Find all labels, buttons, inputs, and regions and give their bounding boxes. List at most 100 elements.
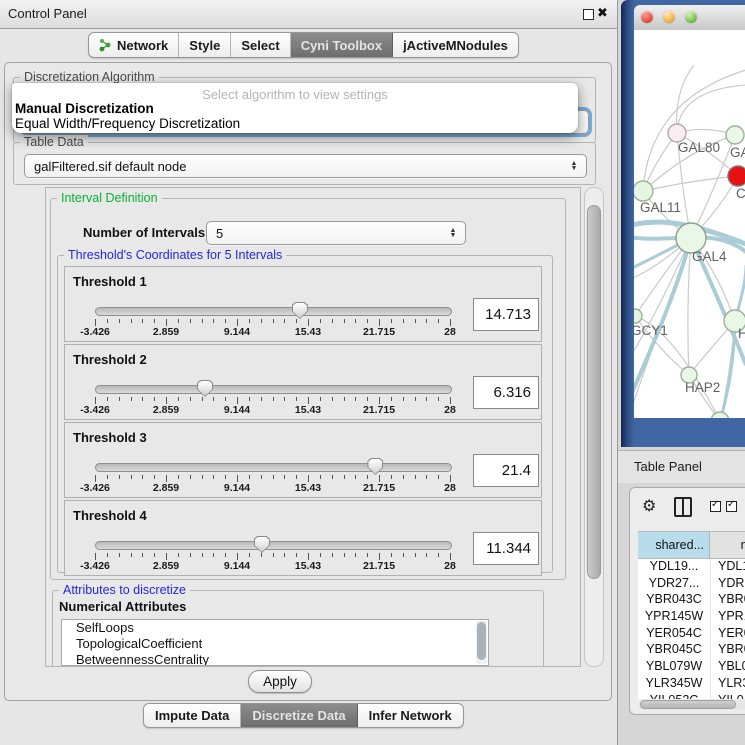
table-row[interactable]: YPR145WYPR1 [638,609,745,626]
cell-shared-name[interactable]: YLR345W [638,676,711,693]
zoom-traffic-light-icon[interactable] [685,11,697,23]
table-row[interactable]: YBR045CYBR0 [638,642,745,659]
menu-item-equal-width-frequency[interactable]: Equal Width/Frequency Discretization [15,116,240,131]
columns-icon[interactable] [674,497,692,517]
table-row[interactable]: YLR345WYLR3 [638,676,745,693]
cell-name[interactable]: YER0 [711,626,745,643]
cell-name[interactable]: YBL0 [711,659,745,676]
slider-tick [131,553,132,557]
column-header-name[interactable]: n... [710,532,745,558]
slider-tick [202,397,203,401]
slider-tick [367,319,368,323]
checkbox-checked-icon[interactable] [726,501,737,512]
table-row[interactable]: YER054CYER0 [638,626,745,643]
slider-tick [379,553,380,560]
slider-tick [166,553,167,560]
table-row[interactable]: YBL079WYBL0 [638,659,745,676]
threshold-value-field[interactable]: 6.316 [473,376,539,409]
network-node[interactable] [726,126,744,144]
threshold-value-field[interactable]: 14.713 [473,298,539,331]
cell-shared-name[interactable]: YBR043C [638,592,711,609]
attribute-item[interactable]: SelfLoops [62,620,488,636]
slider-track[interactable] [95,385,452,394]
slider-tick [379,319,380,326]
network-node-label: H [738,326,745,341]
gear-icon[interactable]: ⚙ [642,496,656,515]
slider-thumb[interactable] [292,302,308,319]
table-row[interactable]: YIL052CYIL0 [638,693,745,700]
numerical-attributes-list[interactable]: SelfLoopsTopologicalCoefficientBetweenne… [61,619,489,666]
tab-select[interactable]: Select [231,33,290,57]
cell-shared-name[interactable]: YIL052C [638,693,711,700]
top-tab-bar: Network Style Select Cyni Toolbox jActiv… [88,32,519,58]
cell-name[interactable]: YBR0 [711,592,745,609]
slider-tick [379,475,380,482]
num-intervals-value: 5 [207,226,445,241]
settings-vertical-scrollbar[interactable] [584,187,604,667]
network-canvas[interactable]: GAL80GACGAL11GAL4HGCY1HAP2 [634,30,745,418]
slider-tick-label: 2.859 [153,560,179,572]
cell-name[interactable]: YBR0 [711,642,745,659]
slider-track[interactable] [95,541,452,550]
num-intervals-combobox[interactable]: 5 ▲▼ [206,221,466,245]
slider-tick [355,553,356,557]
checkbox-checked-icon[interactable] [710,501,721,512]
slider-tick [119,397,120,401]
tab-network[interactable]: Network [89,33,179,57]
cell-shared-name[interactable]: YDL19... [638,559,711,576]
slider-tick [320,397,321,401]
close-icon[interactable]: ✖ [597,5,608,21]
cell-name[interactable]: YDL1 [711,559,745,576]
slider-thumb[interactable] [197,380,213,397]
slider-tick [320,319,321,323]
cell-name[interactable]: YLR3 [711,676,745,693]
table-row[interactable]: YDL19...YDL1 [638,559,745,576]
menu-item-manual-discretization[interactable]: Manual Discretization [15,101,154,116]
tab-infer-network[interactable]: Infer Network [358,704,463,727]
table-row[interactable]: YBR043CYBR0 [638,592,745,609]
tab-style[interactable]: Style [179,33,231,57]
network-node[interactable] [634,309,642,323]
attribute-item[interactable]: TopologicalCoefficient [62,636,488,652]
float-window-icon[interactable] [583,9,594,20]
cell-name[interactable]: YIL0 [711,693,745,700]
network-node[interactable] [728,166,745,186]
cell-shared-name[interactable]: YER054C [638,626,711,643]
slider-tick-label: 28 [444,326,456,338]
slider-track[interactable] [95,307,452,316]
close-traffic-light-icon[interactable] [641,11,653,23]
slider-tick [415,553,416,557]
table-horizontal-scrollbar[interactable] [638,700,745,710]
tab-discretize-data[interactable]: Discretize Data [241,704,357,727]
threshold-value-field[interactable]: 21.4 [473,454,539,487]
slider-track[interactable] [95,463,452,472]
table-row[interactable]: YDR27...YDR2 [638,576,745,593]
slider-tick [237,475,238,482]
cyni-toolbox-content: Discretization Algorithm ▲▼ Table Data g… [4,62,612,701]
attribute-item[interactable]: BetweennessCentrality [62,652,488,666]
attributes-scrollbar[interactable] [476,621,487,664]
slider-tick [249,319,250,323]
cell-shared-name[interactable]: YBL079W [638,659,711,676]
minimize-traffic-light-icon[interactable] [663,11,675,23]
network-node[interactable] [634,181,653,201]
tab-jactivemnodules[interactable]: jActiveMNodules [393,33,518,57]
slider-tick [426,553,427,557]
threshold-title: Threshold 1 [73,274,147,289]
slider-tick-label: 15.43 [295,560,321,572]
slider-thumb[interactable] [254,536,270,553]
cell-name[interactable]: YDR2 [711,576,745,593]
threshold-value-field[interactable]: 11.344 [473,532,539,565]
slider-tick [438,319,439,323]
apply-button[interactable]: Apply [248,670,312,693]
column-header-shared-name[interactable]: shared... [638,532,710,558]
cell-shared-name[interactable]: YDR27... [638,576,711,593]
cell-shared-name[interactable]: YPR145W [638,609,711,626]
slider-tick [450,397,451,404]
tab-cyni-toolbox[interactable]: Cyni Toolbox [291,33,393,57]
cell-shared-name[interactable]: YBR045C [638,642,711,659]
tab-impute-data[interactable]: Impute Data [144,704,241,727]
cell-name[interactable]: YPR1 [711,609,745,626]
slider-thumb[interactable] [367,458,383,475]
table-data-combobox[interactable]: galFiltered.sif default node ▲▼ [24,154,587,178]
